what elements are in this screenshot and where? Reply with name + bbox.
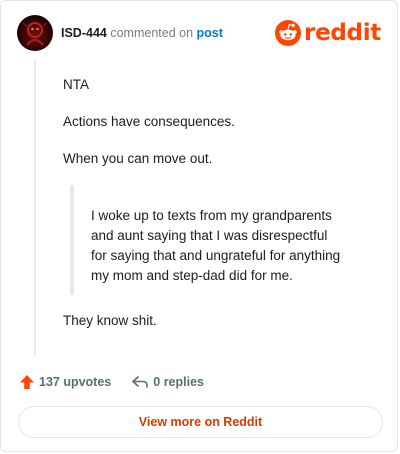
blockquote-line: and aunt saying that I was disrespectful [91,228,328,243]
username[interactable]: ISD-444 [61,26,107,40]
replies-stat[interactable]: 0 replies [131,374,204,390]
replies-count: 0 replies [153,375,204,389]
blockquote: I woke up to texts from my grandparents … [91,206,366,286]
comment-paragraph: Actions have consequences. [63,114,235,129]
blockquote-line: my mom and step-dad did for me. [91,268,293,283]
blockquote-line: I woke up to texts from my grandparents [91,208,332,223]
commented-on-label: commented on [110,26,194,40]
comment-paragraph: When you can move out. [63,151,213,166]
reddit-snoo-icon [275,20,302,46]
upvote-arrow-icon [20,375,34,389]
comment-closing: They know shit. [63,313,157,328]
reddit-logo[interactable]: reddit [275,19,381,47]
thread-line [34,59,36,356]
comment-header: ISD-444 commented on post reddit [17,15,381,51]
header-line: ISD-444 commented on post [61,25,223,41]
blockquote-bar [70,185,74,295]
comment-paragraph: NTA [63,77,89,92]
avatar-image [22,22,48,46]
reply-arrow-icon [132,376,149,388]
avatar[interactable] [17,15,53,51]
blockquote-line: for saying that and ungrateful for anyth… [91,248,341,263]
post-link[interactable]: post [197,26,223,40]
view-more-on-reddit-button[interactable]: View more on Reddit [18,406,383,438]
reddit-wordmark: reddit [304,20,381,46]
upvotes-stat[interactable]: 137 upvotes [19,374,111,390]
comment-embed-card: ISD-444 commented on post reddit NTA Act… [0,0,398,452]
comment-stats: 137 upvotes 0 replies [19,372,204,392]
upvotes-count: 137 upvotes [39,375,112,389]
